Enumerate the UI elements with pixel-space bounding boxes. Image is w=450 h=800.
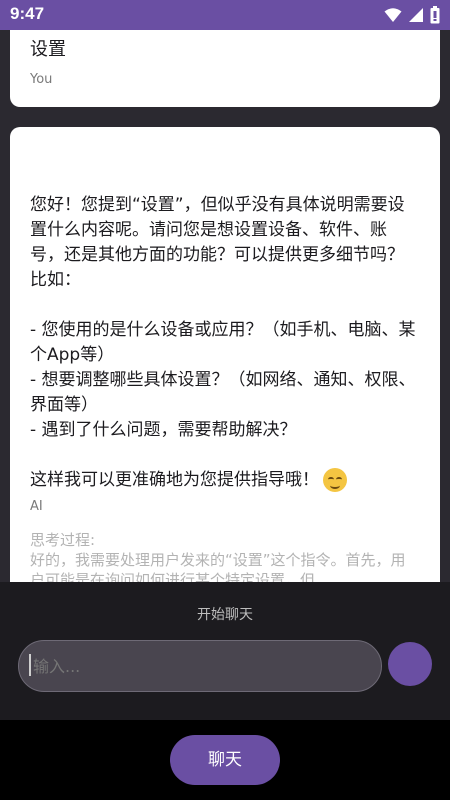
ai-message-body: 您好！您提到“设置”，但似乎没有具体说明需要设置什么内容呢。请问您是想设置设备、… (30, 195, 416, 490)
status-bar: 9:47 (0, 0, 450, 30)
chat-button[interactable]: 聊天 (170, 735, 280, 785)
ai-message-card: 您好！您提到“设置”，但似乎没有具体说明需要设置什么内容呢。请问您是想设置设备、… (10, 127, 440, 582)
ai-sender-label: AI (30, 499, 43, 514)
battery-icon (430, 6, 440, 24)
input-panel: 开始聊天 (0, 582, 450, 720)
status-icons (384, 6, 440, 24)
bottom-bar: 聊天 (0, 720, 450, 800)
text-cursor (29, 654, 31, 676)
send-button[interactable] (388, 642, 432, 686)
signal-icon (409, 8, 423, 22)
user-message-card: 设置 You (10, 30, 440, 107)
smiling-face-icon (323, 468, 347, 492)
thinking-text: 好的，我需要处理用户发来的“设置”这个指令。首先，用户可能是在询问如何进行某个特… (30, 551, 406, 582)
thinking-title: 思考过程: (30, 531, 96, 549)
user-sender-label: You (30, 72, 53, 87)
thinking-process: 思考过程: 好的，我需要处理用户发来的“设置”这个指令。首先，用户可能是在询问如… (30, 530, 420, 582)
message-input[interactable] (18, 640, 382, 692)
start-chat-label: 开始聊天 (197, 607, 253, 623)
wifi-icon (384, 8, 402, 22)
status-time: 9:47 (10, 4, 45, 23)
ai-message-text: 您好！您提到“设置”，但似乎没有具体说明需要设置什么内容呢。请问您是想设置设备、… (30, 193, 420, 493)
chat-message-list[interactable]: 设置 You 您好！您提到“设置”，但似乎没有具体说明需要设置什么内容呢。请问您… (0, 30, 450, 582)
user-message-text: 设置 (30, 39, 66, 60)
